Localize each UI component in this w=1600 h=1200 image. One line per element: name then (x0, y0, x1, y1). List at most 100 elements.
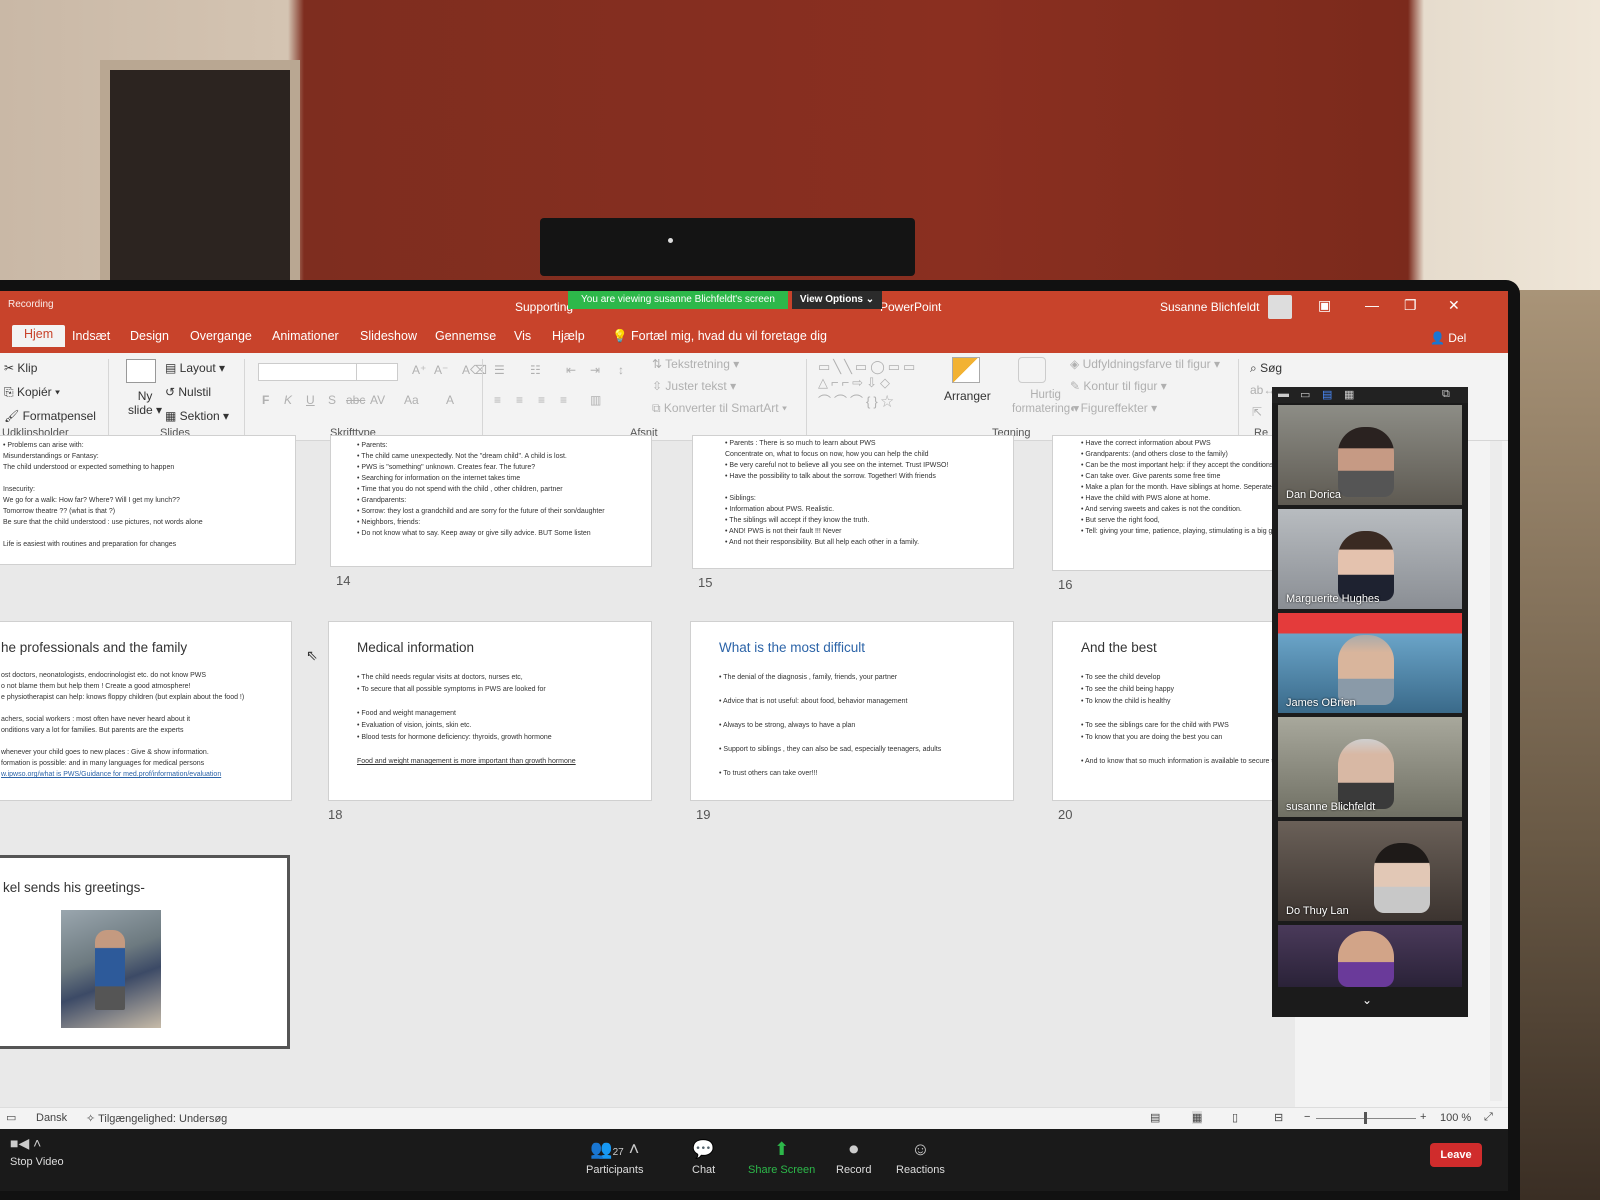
tab-overgange[interactable]: Overgange (190, 329, 252, 343)
tab-slideshow[interactable]: Slideshow (360, 329, 417, 343)
slide-thumbnail-13[interactable]: • Problems can arise with: Misunderstand… (0, 435, 296, 565)
shrink-font-icon[interactable]: A⁻ (434, 363, 448, 377)
char-spacing-button[interactable]: AV (370, 393, 385, 407)
slide-thumbnail-17[interactable]: he professionals and the family ost doct… (0, 621, 292, 801)
slide-thumbnail-21[interactable]: kel sends his greetings- (0, 855, 290, 1049)
strikethrough-button[interactable]: abc (346, 393, 365, 407)
minimize-gallery-icon[interactable]: ▬ (1278, 388, 1289, 400)
layout-button[interactable]: ▤ Layout ▾ (165, 361, 225, 375)
bold-button[interactable]: F (262, 393, 269, 407)
participant-tile[interactable]: Do Thuy Lan (1278, 821, 1462, 921)
change-case-button[interactable]: Aa (404, 393, 419, 407)
italic-button[interactable]: K (284, 393, 292, 407)
participant-tile[interactable] (1278, 925, 1462, 987)
zoom-out-icon[interactable]: − (1304, 1111, 1310, 1123)
tell-me-input[interactable]: 💡 Fortæl mig, hvad du vil foretage dig (612, 329, 827, 344)
select-cursor-icon[interactable]: ⇱ (1252, 405, 1262, 419)
decrease-indent-icon[interactable]: ⇤ (566, 363, 576, 377)
slide-sorter-view-icon[interactable]: ▦ (1192, 1111, 1203, 1124)
close-icon[interactable]: ✕ (1448, 297, 1460, 314)
tab-indsaet[interactable]: Indsæt (72, 329, 110, 343)
normal-view-icon[interactable]: ▤ (1150, 1111, 1160, 1124)
language-label[interactable]: Dansk (36, 1112, 67, 1124)
zoom-in-icon[interactable]: + (1420, 1111, 1426, 1123)
shapes-gallery[interactable]: ▭╲╲▭◯▭▭ △⌐⌐⇨⇩◇ ⌒⌒⌒{}☆ (818, 359, 918, 410)
text-direction-button[interactable]: ⇅ Tekstretning ▾ (652, 357, 739, 371)
font-size-select[interactable] (356, 363, 398, 381)
shadow-button[interactable]: S (328, 393, 336, 407)
font-color-button[interactable]: A (446, 393, 454, 407)
ribbon-display-icon[interactable]: ▣ (1318, 297, 1331, 314)
share-screen-icon: ⬆ (774, 1139, 790, 1159)
align-left-icon[interactable]: ≡ (494, 393, 501, 407)
tab-vis[interactable]: Vis (514, 329, 531, 343)
search-label: Søg (1260, 361, 1283, 375)
slide-thumbnail-14[interactable]: • Parents: • The child came unexpectedly… (330, 435, 652, 567)
slideshow-view-icon[interactable]: ⊟ (1274, 1111, 1283, 1124)
reading-view-icon[interactable]: ▯ (1232, 1111, 1238, 1124)
slide-thumbnail-16[interactable]: • Have the correct information about PWS… (1052, 435, 1302, 571)
copy-button[interactable]: ⎘ Kopiér ▾ (4, 385, 60, 400)
participant-tile[interactable]: Dan Dorica (1278, 405, 1462, 505)
shape-outline-button[interactable]: ✎ Kontur til figur ▾ (1070, 379, 1167, 393)
shape-effects-button[interactable]: ◐ Figureffekter ▾ (1070, 401, 1157, 415)
search-button[interactable]: ⌕ Søg (1250, 361, 1282, 376)
stop-video-button[interactable]: ■◀ ˄ Stop Video (10, 1135, 64, 1168)
arrange-button[interactable]: Arranger (944, 389, 991, 403)
notes-icon[interactable]: ▭ (6, 1111, 16, 1124)
avatar[interactable] (1268, 295, 1292, 319)
zoom-slider-thumb[interactable] (1364, 1112, 1367, 1124)
clear-format-icon[interactable]: A⌫ (462, 363, 487, 377)
chevron-down-icon[interactable]: ⌄ (1362, 993, 1372, 1007)
share-button[interactable]: 👤 Del (1430, 331, 1466, 345)
section-button[interactable]: ▦ Sektion ▾ (165, 409, 229, 423)
participants-button[interactable]: 👥27 ˄ Participants (586, 1139, 643, 1176)
underline-button[interactable]: U (306, 393, 315, 407)
restore-icon[interactable]: ❐ (1404, 297, 1417, 314)
tab-hjaelp[interactable]: Hjælp (552, 329, 585, 343)
smartart-button[interactable]: ⧉ Konverter til SmartArt ▾ (652, 401, 787, 416)
slide-text-line: • And not their responsibility. But all … (725, 539, 920, 546)
participant-tile[interactable]: James OBrien (1278, 613, 1462, 713)
reset-button[interactable]: ↺ Nulstil (165, 385, 211, 399)
speaker-view-icon[interactable]: ▤ (1322, 388, 1332, 401)
cut-button[interactable]: ✂ Klip (4, 361, 37, 375)
columns-icon[interactable]: ▥ (590, 393, 601, 407)
slide-thumbnail-18[interactable]: Medical information • The child needs re… (328, 621, 652, 801)
vertical-scrollbar[interactable] (1490, 441, 1502, 1101)
grow-font-icon[interactable]: A⁺ (412, 363, 426, 377)
slide-thumbnail-20[interactable]: And the best • To see the child develop … (1052, 621, 1302, 801)
strip-view-icon[interactable]: ▭ (1300, 388, 1310, 401)
pop-out-icon[interactable]: ⧉ (1442, 388, 1450, 401)
align-center-icon[interactable]: ≡ (516, 393, 523, 407)
format-painter-button[interactable]: 🖌 Formatpensel (4, 409, 96, 423)
reactions-button[interactable]: ☺ Reactions (896, 1139, 945, 1176)
leave-button[interactable]: Leave (1430, 1143, 1482, 1167)
line-spacing-icon[interactable]: ↕ (618, 363, 624, 377)
increase-indent-icon[interactable]: ⇥ (590, 363, 600, 377)
justify-icon[interactable]: ≡ (560, 393, 567, 407)
shape-fill-button[interactable]: ◈ Udfyldningsfarve til figur ▾ (1070, 357, 1220, 371)
grid-view-icon[interactable]: ▦ (1344, 388, 1354, 401)
new-slide-button[interactable]: Ny slide ▾ (128, 389, 162, 417)
zoom-level[interactable]: 100 % (1440, 1112, 1471, 1124)
minimize-icon[interactable]: — (1365, 297, 1379, 313)
chat-button[interactable]: 💬 Chat (692, 1139, 715, 1176)
numbering-icon[interactable]: ☷ (530, 363, 541, 377)
bullets-icon[interactable]: ☰ (494, 363, 505, 377)
tab-hjem[interactable]: Hjem (12, 325, 66, 347)
tab-design[interactable]: Design (130, 329, 169, 343)
record-button[interactable]: ⏺ Record (836, 1139, 871, 1176)
align-right-icon[interactable]: ≡ (538, 393, 545, 407)
tab-animationer[interactable]: Animationer (272, 329, 339, 343)
participant-tile[interactable]: Marguerite Hughes (1278, 509, 1462, 609)
fit-to-window-icon[interactable]: ⤢ (1484, 1111, 1493, 1124)
tab-gennemse[interactable]: Gennemse (435, 329, 496, 343)
slide-thumbnail-15[interactable]: • Parents : There is so much to learn ab… (692, 435, 1014, 569)
accessibility-button[interactable]: ✧ Tilgængelighed: Undersøg (86, 1112, 227, 1125)
slide-thumbnail-19[interactable]: What is the most difficult • The denial … (690, 621, 1014, 801)
share-screen-button[interactable]: ⬆ Share Screen (748, 1139, 815, 1176)
participant-tile[interactable]: susanne Blichfeldt (1278, 717, 1462, 817)
view-options-button[interactable]: View Options ⌄ (792, 291, 882, 309)
align-text-button[interactable]: ⇳ Juster tekst ▾ (652, 379, 736, 393)
